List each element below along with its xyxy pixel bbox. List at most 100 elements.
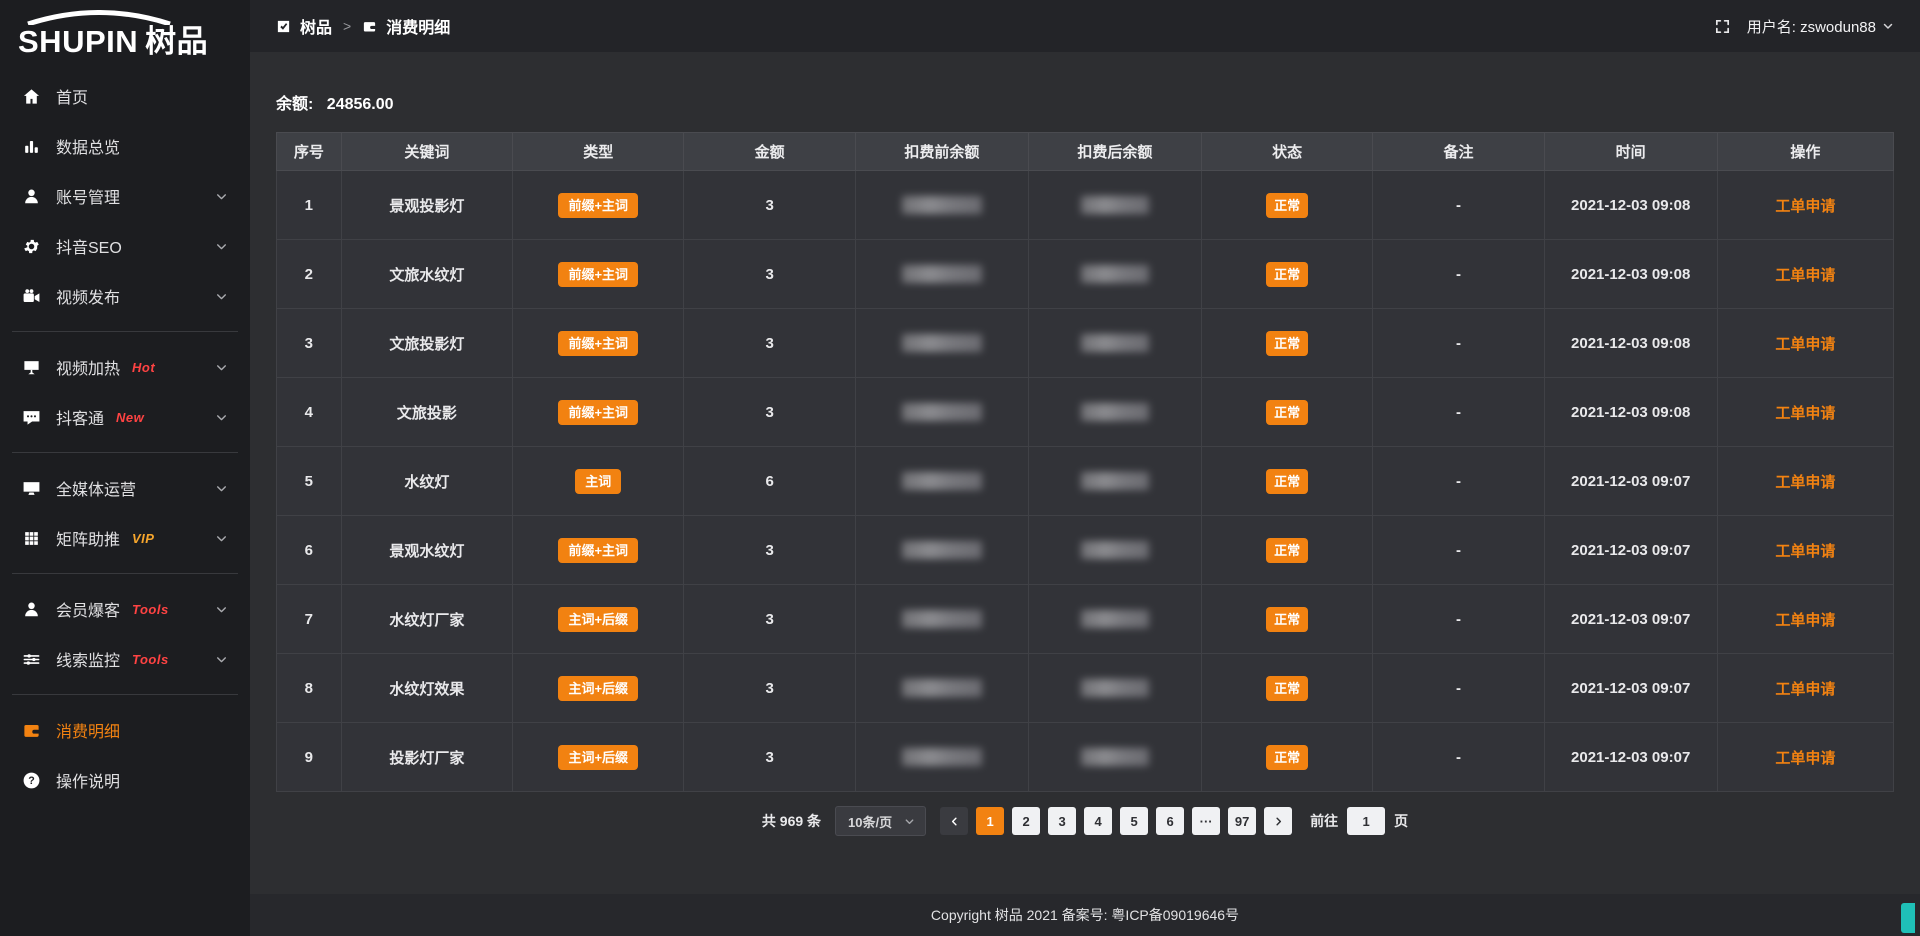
page-button-3[interactable]: 3 (1048, 807, 1076, 835)
balance: 余额: 24856.00 (276, 90, 1894, 114)
ticket-apply-link[interactable]: 工单申请 (1775, 267, 1835, 284)
chevron-down-icon (215, 653, 228, 666)
cell-balance-after (1028, 447, 1201, 516)
grid-icon (22, 529, 41, 548)
chevron-down-icon (215, 240, 228, 253)
sidebar-item-消费明细[interactable]: 消费明细 (0, 705, 250, 755)
topbar-right: 用户名: zswodun88 (1714, 16, 1894, 37)
ticket-apply-link[interactable]: 工单申请 (1775, 198, 1835, 215)
sidebar-item-抖客通[interactable]: 抖客通 New (0, 392, 250, 442)
home-icon (22, 87, 41, 106)
footer: Copyright 树品 2021 备案号: 粤ICP备09019646号 (250, 894, 1920, 936)
balance-label: 余额: (276, 96, 313, 113)
fullscreen-icon[interactable] (1714, 18, 1731, 35)
sidebar-item-操作说明[interactable]: ? 操作说明 (0, 755, 250, 805)
type-badge: 主词 (575, 469, 621, 494)
cell-amount: 3 (684, 378, 855, 447)
goto-label: 前往 (1310, 811, 1338, 831)
blurred-balance-before (902, 679, 982, 697)
status-badge: 正常 (1266, 676, 1308, 701)
ticket-apply-link[interactable]: 工单申请 (1775, 612, 1835, 629)
blurred-balance-after (1081, 610, 1149, 628)
cell-status: 正常 (1201, 447, 1372, 516)
chevron-down-icon (215, 603, 228, 616)
blurred-balance-after (1081, 748, 1149, 766)
sidebar-item-全媒体运营[interactable]: 全媒体运营 (0, 463, 250, 513)
cell-keyword: 文旅投影灯 (341, 309, 512, 378)
cell-balance-after (1028, 723, 1201, 792)
column-header: 操作 (1717, 133, 1893, 171)
page-button-97[interactable]: 97 (1228, 807, 1256, 835)
ticket-apply-link[interactable]: 工单申请 (1775, 543, 1835, 560)
cell-keyword: 文旅投影 (341, 378, 512, 447)
status-badge: 正常 (1266, 193, 1308, 218)
page-button-1[interactable]: 1 (976, 807, 1004, 835)
page-button-6[interactable]: 6 (1156, 807, 1184, 835)
goto-page-input[interactable] (1347, 807, 1385, 835)
table-header-row: 序号关键词类型金额扣费前余额扣费后余额状态备注时间操作 (277, 133, 1894, 171)
cell-time: 2021-12-03 09:08 (1544, 171, 1717, 240)
cell-type: 主词+后缀 (513, 654, 684, 723)
page-size-select[interactable]: 10条/页 (835, 806, 926, 836)
menu-divider (12, 331, 238, 332)
cell-balance-after (1028, 378, 1201, 447)
cell-index: 8 (277, 654, 342, 723)
column-header: 序号 (277, 133, 342, 171)
cell-remark: - (1373, 585, 1544, 654)
sidebar-item-线索监控[interactable]: 线索监控 Tools (0, 634, 250, 684)
status-badge: 正常 (1266, 400, 1308, 425)
sidebar-item-账号管理[interactable]: 账号管理 (0, 171, 250, 221)
bar-chart-icon (22, 137, 41, 156)
sidebar-item-首页[interactable]: 首页 (0, 71, 250, 121)
ticket-apply-link[interactable]: 工单申请 (1775, 405, 1835, 422)
menu-badge: VIP (132, 531, 154, 546)
username: 用户名: zswodun88 (1747, 16, 1876, 37)
cell-index: 3 (277, 309, 342, 378)
cell-balance-after (1028, 309, 1201, 378)
page-button-4[interactable]: 4 (1084, 807, 1112, 835)
breadcrumb-root[interactable]: 树品 (300, 14, 332, 38)
page-button-2[interactable]: 2 (1012, 807, 1040, 835)
blurred-balance-before (902, 541, 982, 559)
user-icon (22, 187, 41, 206)
side-widget[interactable] (1901, 903, 1915, 933)
sidebar-item-抖音SEO[interactable]: 抖音SEO (0, 221, 250, 271)
consumption-table: 序号关键词类型金额扣费前余额扣费后余额状态备注时间操作 1 景观投影灯 前缀+主… (276, 132, 1894, 792)
cell-time: 2021-12-03 09:07 (1544, 585, 1717, 654)
sidebar-item-视频发布[interactable]: 视频发布 (0, 271, 250, 321)
type-badge: 前缀+主词 (558, 400, 638, 425)
svg-text:?: ? (28, 775, 35, 787)
cell-remark: - (1373, 447, 1544, 516)
status-badge: 正常 (1266, 538, 1308, 563)
sidebar-item-视频加热[interactable]: 视频加热 Hot (0, 342, 250, 392)
blurred-balance-after (1081, 541, 1149, 559)
sidebar-item-数据总览[interactable]: 数据总览 (0, 121, 250, 171)
chevron-right-icon (1273, 816, 1284, 827)
sidebar-item-会员爆客[interactable]: 会员爆客 Tools (0, 584, 250, 634)
page-button-5[interactable]: 5 (1120, 807, 1148, 835)
next-page-button[interactable] (1264, 807, 1292, 835)
column-header: 状态 (1201, 133, 1372, 171)
ticket-apply-link[interactable]: 工单申请 (1775, 474, 1835, 491)
more-pages-button[interactable]: ··· (1192, 807, 1220, 835)
cell-time: 2021-12-03 09:07 (1544, 516, 1717, 585)
cell-index: 9 (277, 723, 342, 792)
table-row: 7 水纹灯厂家 主词+后缀 3 正常 - 2021-12-03 09:07 工单… (277, 585, 1894, 654)
cell-amount: 3 (684, 516, 855, 585)
table-row: 5 水纹灯 主词 6 正常 - 2021-12-03 09:07 工单申请 (277, 447, 1894, 516)
ticket-apply-link[interactable]: 工单申请 (1775, 681, 1835, 698)
app-logo: SHUPIN 树品 (0, 0, 250, 63)
ticket-apply-link[interactable]: 工单申请 (1775, 750, 1835, 767)
sidebar-item-矩阵助推[interactable]: 矩阵助推 VIP (0, 513, 250, 563)
blurred-balance-after (1081, 679, 1149, 697)
cell-balance-after (1028, 516, 1201, 585)
wallet-icon (22, 721, 41, 740)
blurred-balance-after (1081, 403, 1149, 421)
cell-keyword: 投影灯厂家 (341, 723, 512, 792)
cell-action: 工单申请 (1717, 378, 1893, 447)
cell-balance-before (855, 516, 1028, 585)
cell-balance-before (855, 309, 1028, 378)
user-menu[interactable]: 用户名: zswodun88 (1747, 16, 1894, 37)
prev-page-button[interactable] (940, 807, 968, 835)
ticket-apply-link[interactable]: 工单申请 (1775, 336, 1835, 353)
